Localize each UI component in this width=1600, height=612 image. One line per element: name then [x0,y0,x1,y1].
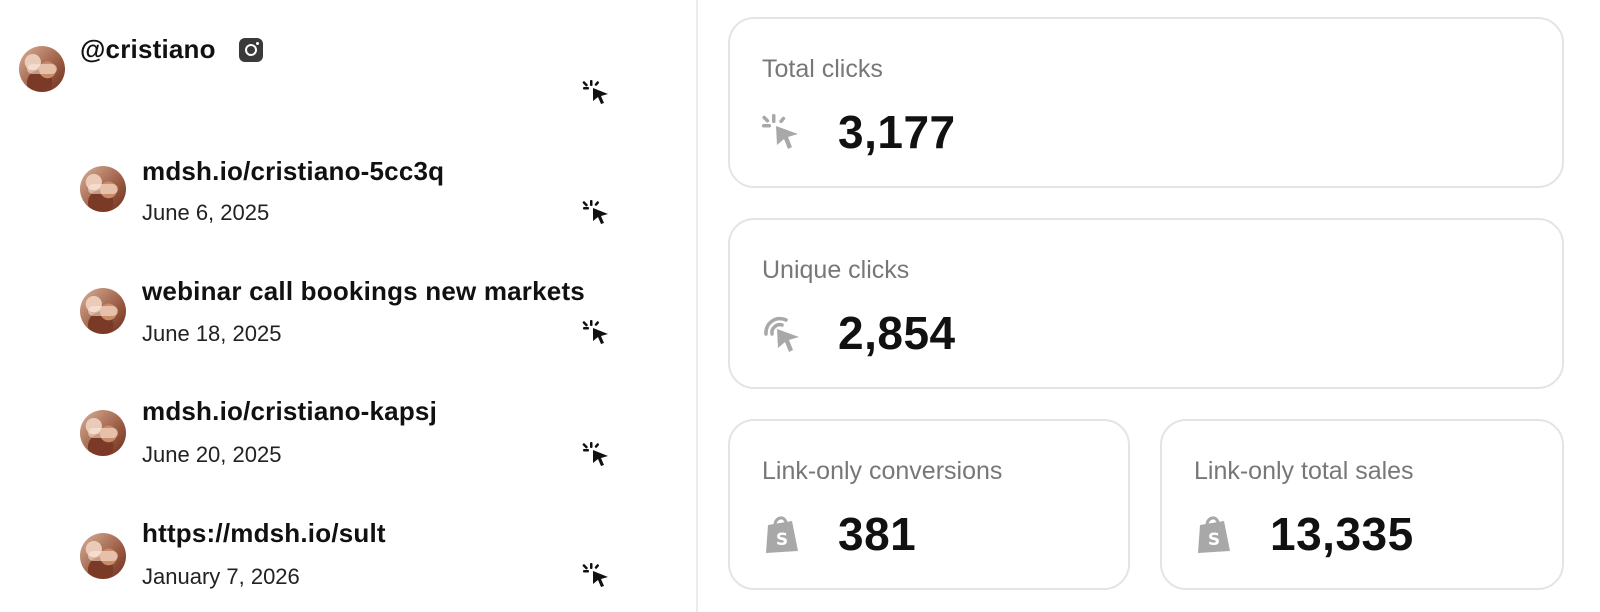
svg-text:S: S [1208,530,1220,550]
unique-clicks-value: 2,854 [838,307,956,359]
conversions-card: Link-only conversions S 381 [728,419,1130,590]
total-sales-label: Link-only total sales [1194,457,1414,485]
link-avatar [80,288,126,334]
profile-avatar[interactable] [19,46,65,92]
link-avatar [80,410,126,456]
total-clicks-value: 3,177 [838,106,956,158]
shopify-bag-icon: S [1198,516,1230,553]
click-icon[interactable] [582,561,612,591]
click-icon[interactable] [582,318,612,348]
click-icon[interactable] [582,198,612,228]
link-title[interactable]: mdsh.io/cristiano-5cc3q [142,156,444,187]
total-sales-card: Link-only total sales S 13,335 [1160,419,1564,590]
link-date: June 18, 2025 [142,321,282,346]
unique-clicks-card: Unique clicks 2,854 [728,218,1564,389]
links-panel: @cristiano mdsh.io/cristiano-5cc3q June … [0,0,696,612]
profile-handle[interactable]: @cristiano [80,34,216,65]
unique-clicks-label: Unique clicks [762,256,910,284]
click-icon[interactable] [582,78,612,108]
shopify-bag-icon: S [766,516,798,553]
link-date: January 7, 2026 [142,564,300,589]
link-title[interactable]: webinar call bookings new markets [142,276,585,307]
link-avatar [80,533,126,579]
unique-click-icon [764,316,799,352]
link-avatar [80,166,126,212]
total-sales-value: 13,335 [1270,508,1414,560]
link-title[interactable]: https://mdsh.io/sult [142,518,386,549]
total-clicks-card: Total clicks 3,177 [728,17,1564,188]
link-date: June 6, 2025 [142,200,270,225]
click-icon [762,114,798,149]
link-date: June 20, 2025 [142,442,282,467]
stats-panel: Total clicks 3,177 Unique clicks 2,854 L… [698,0,1600,612]
conversions-value: 381 [838,508,917,560]
conversions-label: Link-only conversions [762,457,1003,485]
link-title[interactable]: mdsh.io/cristiano-kapsj [142,396,437,427]
svg-text:S: S [776,530,788,550]
instagram-icon [239,38,263,62]
click-icon[interactable] [582,440,612,470]
total-clicks-label: Total clicks [762,55,883,83]
